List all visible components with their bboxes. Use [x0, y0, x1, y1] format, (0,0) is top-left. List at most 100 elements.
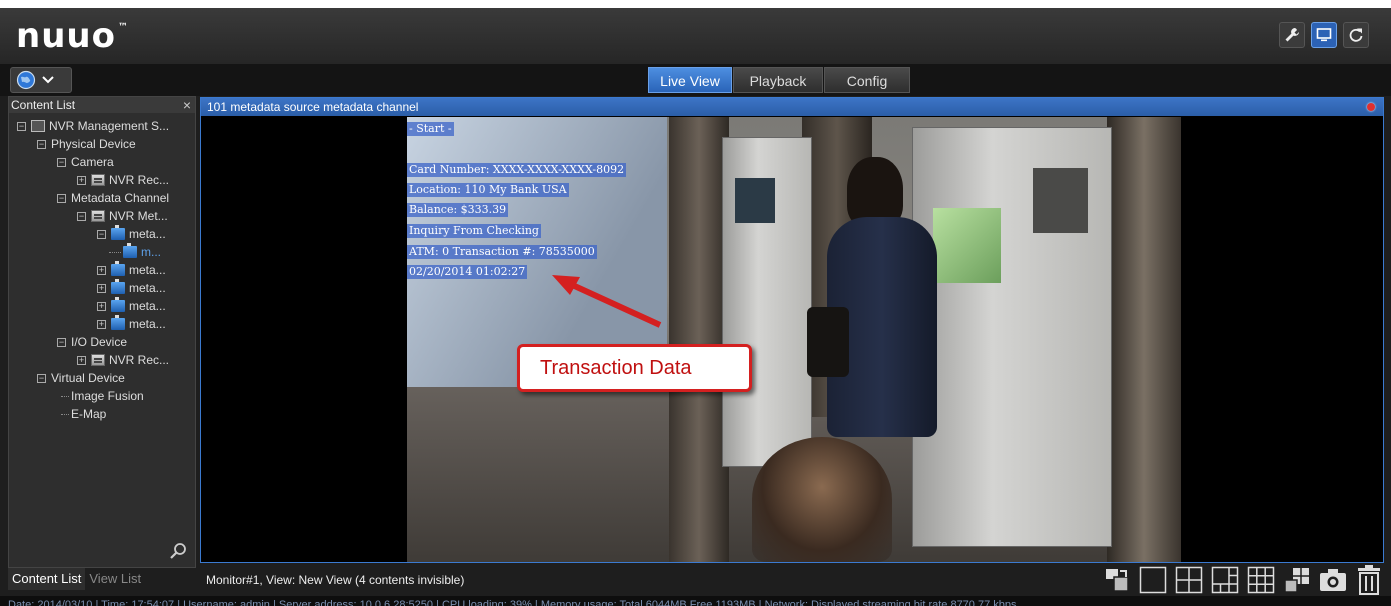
video-viewer[interactable]: 101 metadata source metadata channel - S… — [200, 97, 1384, 563]
tab-live-view[interactable]: Live View — [648, 67, 732, 93]
tree-node[interactable]: − meta... — [9, 225, 195, 243]
tree-node-label: Image Fusion — [71, 389, 144, 403]
panel-title: Content List — [11, 98, 76, 112]
app-window: nuuo ™ Live View Playback Config Content… — [0, 8, 1391, 606]
tree-node[interactable]: − NVR Met... — [9, 207, 195, 225]
tree-node[interactable]: − Virtual Device — [9, 369, 195, 387]
tab-playback[interactable]: Playback — [733, 67, 823, 93]
header-icons — [1279, 22, 1369, 48]
collapse-icon[interactable]: − — [77, 211, 86, 221]
metadata-datetime: 02/20/2014 01:02:27 — [407, 265, 528, 279]
tree-connector — [61, 413, 69, 415]
metadata-icon — [111, 261, 125, 276]
device-tree: − NVR Management S... − Physical Device − C… — [9, 113, 195, 423]
transaction-data-callout: Transaction Data — [517, 344, 752, 392]
layout-2x2-icon[interactable] — [1174, 565, 1204, 595]
metadata-icon — [111, 297, 125, 312]
collapse-icon[interactable]: − — [57, 193, 66, 203]
tab-view-list[interactable]: View List — [85, 568, 146, 590]
collapse-icon[interactable]: − — [57, 337, 66, 347]
tab-config[interactable]: Config — [824, 67, 910, 93]
layout-1x1-icon[interactable] — [1138, 565, 1168, 595]
expand-icon[interactable]: + — [97, 301, 106, 311]
monitor-view-label: Monitor#1, View: New View (4 contents in… — [206, 573, 465, 587]
collapse-icon[interactable]: − — [37, 373, 46, 383]
custom-layout-icon[interactable] — [1282, 565, 1312, 595]
tree-node-label: I/O Device — [71, 335, 128, 349]
nvr-icon — [91, 210, 105, 222]
content-list-panel: Content List × − NVR Management S... − Phy… — [8, 96, 196, 568]
layout-1plus5-icon[interactable] — [1210, 565, 1240, 595]
metadata-icon — [111, 225, 125, 240]
tree-node[interactable]: − Physical Device — [9, 135, 195, 153]
tree-node-label: Camera — [71, 155, 114, 169]
collapse-icon[interactable]: − — [97, 229, 106, 239]
tree-node[interactable]: E-Map — [9, 405, 195, 423]
nuuo-logo: nuuo ™ — [16, 16, 129, 56]
tree-node-label: Virtual Device — [51, 371, 125, 385]
tree-node-label: meta... — [129, 299, 166, 313]
atm-machine-left — [722, 137, 812, 467]
layout-3x3-icon[interactable] — [1246, 565, 1276, 595]
metadata-icon — [111, 315, 125, 330]
trash-icon[interactable] — [1354, 565, 1384, 595]
nvr-icon — [91, 174, 105, 186]
tree-node[interactable]: + meta... — [9, 279, 195, 297]
tree-connector — [61, 395, 69, 397]
globe-dropdown[interactable] — [10, 67, 72, 93]
snapshot-icon[interactable] — [1318, 565, 1348, 595]
collapse-icon[interactable]: − — [37, 139, 46, 149]
wrench-icon[interactable] — [1279, 22, 1305, 48]
tree-connector — [109, 251, 121, 253]
expand-icon[interactable]: + — [77, 355, 86, 365]
metadata-channel-icon — [123, 243, 137, 258]
tree-node-label: NVR Rec... — [109, 353, 170, 367]
collapse-icon[interactable]: − — [17, 121, 26, 131]
collapse-icon[interactable]: − — [57, 157, 66, 167]
header-bar: nuuo ™ — [0, 8, 1391, 64]
expand-icon[interactable]: + — [77, 175, 86, 185]
viewer-title-bar: 101 metadata source metadata channel — [201, 98, 1383, 116]
expand-icon[interactable]: + — [97, 319, 106, 329]
tree-node-label: meta... — [129, 317, 166, 331]
callout-arrow-icon — [552, 275, 662, 328]
tree-node[interactable]: − NVR Management S... — [9, 117, 195, 135]
tree-node[interactable]: − Camera — [9, 153, 195, 171]
tree-node-label: NVR Met... — [109, 209, 168, 223]
search-icon[interactable] — [169, 542, 187, 563]
expand-icon[interactable]: + — [97, 265, 106, 275]
pillar-scene — [669, 117, 729, 562]
server-icon — [31, 120, 45, 132]
camera-video-frame: - Start - Card Number: XXXX-XXXX-XXXX-80… — [407, 117, 1181, 562]
expand-icon[interactable]: + — [97, 283, 106, 293]
switch-layout-icon[interactable] — [1102, 565, 1132, 595]
tree-node[interactable]: + meta... — [9, 261, 195, 279]
globe-icon — [16, 70, 36, 90]
tree-node-label: E-Map — [71, 407, 107, 421]
tree-node[interactable]: + meta... — [9, 297, 195, 315]
logo-text: nuuo — [16, 16, 116, 56]
tree-node[interactable]: − Metadata Channel — [9, 189, 195, 207]
nvr-icon — [91, 354, 105, 366]
close-icon[interactable]: × — [183, 97, 191, 113]
tab-content-list[interactable]: Content List — [8, 568, 86, 590]
tree-node[interactable]: Image Fusion — [9, 387, 195, 405]
main-tabs: Live View Playback Config — [648, 67, 911, 93]
recording-indicator-icon — [1367, 103, 1375, 111]
tree-node-label: NVR Rec... — [109, 173, 170, 187]
sidebar-bottom-tabs: Content List View List — [8, 568, 146, 590]
metadata-icon — [111, 279, 125, 294]
tree-node-label: meta... — [129, 281, 166, 295]
tree-node-label: m... — [141, 245, 161, 259]
customer-bag — [807, 307, 849, 377]
metadata-atm-transaction: ATM: 0 Transaction #: 78535000 — [407, 245, 597, 259]
monitor-icon[interactable] — [1311, 22, 1337, 48]
tree-node[interactable]: + NVR Rec... — [9, 351, 195, 369]
tree-node[interactable]: − I/O Device — [9, 333, 195, 351]
tree-node[interactable]: + meta... — [9, 315, 195, 333]
tree-node-selected[interactable]: m... — [9, 243, 195, 261]
channel-title: 101 metadata source metadata channel — [207, 100, 419, 114]
passerby-blur — [752, 437, 892, 562]
logout-icon[interactable] — [1343, 22, 1369, 48]
tree-node[interactable]: + NVR Rec... — [9, 171, 195, 189]
